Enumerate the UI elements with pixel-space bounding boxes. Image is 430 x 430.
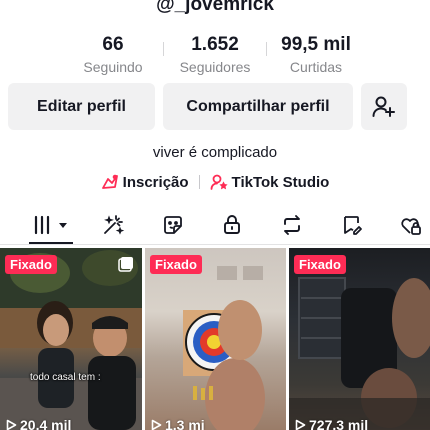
video-tile[interactable]: Fixado 727,3 mil [289,248,430,430]
tiktok-studio-link[interactable]: TikTok Studio [210,173,330,191]
play-icon [6,419,17,430]
view-count-value: 727,3 mil [309,417,369,430]
stat-following-value: 66 [102,34,124,55]
tab-videos[interactable] [28,205,74,245]
sparkle-wand-icon [104,215,125,235]
stat-likes[interactable]: 99,5 mil Curtidas [261,34,371,76]
studio-icon [210,174,228,190]
grid-videos-icon [34,215,67,235]
share-profile-button[interactable]: Compartilhar perfil [163,83,353,130]
view-count-value: 20,4 mil [20,417,72,430]
video-tile[interactable]: Fixado 1,3 mi [145,248,286,430]
stat-likes-value: 99,5 mil [281,34,351,55]
profile-tabs [0,205,430,245]
tab-private[interactable] [209,205,255,245]
video-thumbnail [0,248,142,430]
stat-followers-label: Seguidores [179,59,251,75]
play-icon [295,419,306,430]
link-divider [198,175,200,189]
stat-following[interactable]: 66 Seguindo [58,34,168,76]
sticker-icon [164,216,182,234]
view-count-value: 1,3 mi [165,417,205,430]
view-count: 20,4 mil [5,417,71,430]
tab-favorites[interactable] [329,205,375,245]
tab-stickers[interactable] [150,205,196,245]
video-grid: Fixado todo casal tem : 20,4 mil Fixado [0,248,430,430]
subscription-icon [101,174,118,189]
photo-carousel-icon [118,257,133,272]
tab-effects[interactable] [90,205,136,245]
stat-following-label: Seguindo [83,59,143,75]
liked-heart-icon [401,218,421,235]
profile-username: @_jovemrick [156,0,274,15]
edit-profile-button[interactable]: Editar perfil [8,83,155,130]
profile-stats: 66 Seguindo 1.652 Seguidores 99,5 mil Cu… [0,34,430,78]
pinned-badge: Fixado [150,255,202,274]
stat-likes-label: Curtidas [289,59,343,75]
tab-reposts[interactable] [269,205,315,245]
add-person-icon [372,96,395,117]
stat-followers[interactable]: 1.652 Seguidores [160,34,270,76]
tab-liked[interactable] [387,205,430,245]
view-count: 1,3 mi [150,417,205,430]
lock-icon [224,215,240,234]
repost-icon [284,215,300,235]
stat-followers-value: 1.652 [191,34,239,55]
subscription-label: Inscrição [122,173,189,191]
tabs-divider [0,244,430,245]
profile-links: Inscrição TikTok Studio [0,170,430,194]
pinned-badge: Fixado [294,255,346,274]
add-friend-button[interactable] [361,83,407,130]
video-thumbnail [289,277,430,430]
view-count: 727,3 mil [294,417,368,430]
bookmark-icon [344,216,362,235]
play-icon [151,419,162,430]
subscription-link[interactable]: Inscrição [101,173,189,191]
video-thumbnail [183,266,265,430]
tiktok-studio-label: TikTok Studio [231,173,330,191]
pinned-badge: Fixado [5,255,57,274]
video-tile[interactable]: Fixado todo casal tem : 20,4 mil [0,248,142,430]
profile-bio: viver é complicado [152,144,278,161]
video-caption: todo casal tem : [30,372,101,383]
